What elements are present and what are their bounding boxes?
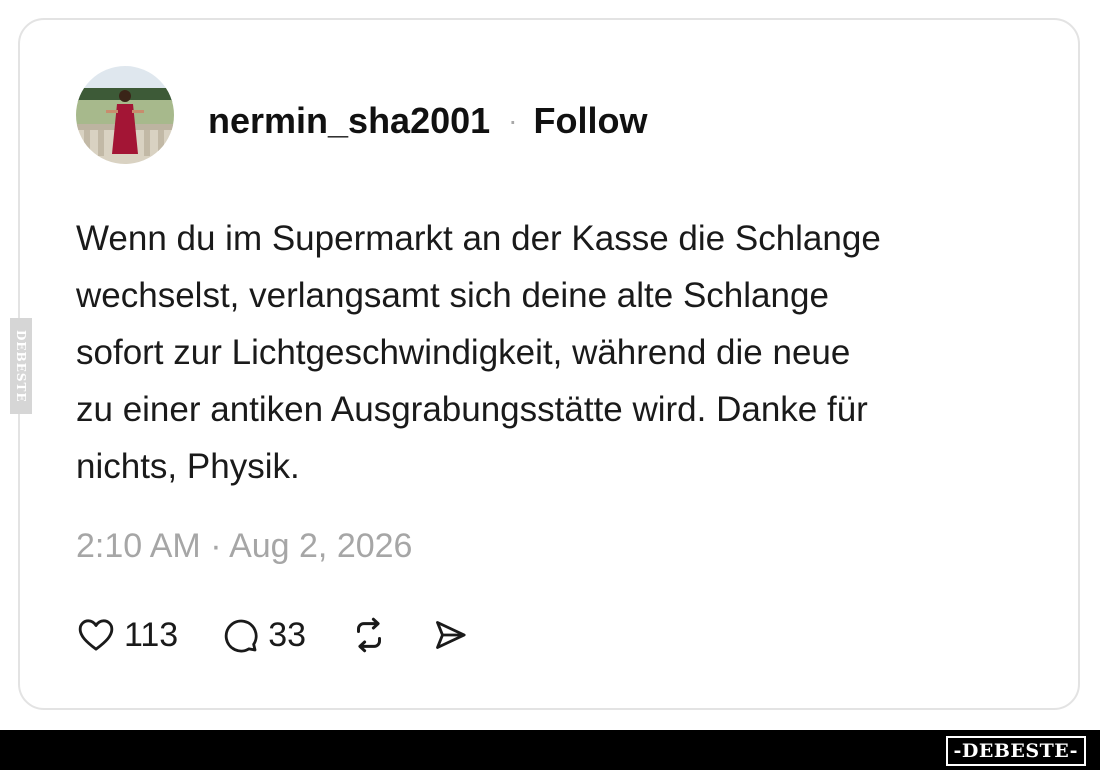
separator-dot: · [508,105,518,136]
reply-button[interactable]: 33 [220,615,306,655]
post-text-line: wechselst, verlangsamt sich deine alte S… [76,276,829,315]
heart-icon [78,619,114,651]
repost-arrows-icon [357,617,382,653]
post-text-line: sofort zur Lichtgeschwindigkeit, während… [76,333,851,372]
repost-button[interactable] [348,614,390,656]
post-text-line: nichts, Physik. [76,447,300,486]
username[interactable]: nermin_sha2001 [208,100,490,142]
share-button[interactable] [430,615,470,655]
footer-bar: -DEBESTE- [0,730,1100,770]
action-bar: 113 33 [76,611,470,659]
debeste-logo: -DEBESTE- [945,736,1086,766]
like-button[interactable]: 113 [76,615,178,655]
avatar[interactable] [76,66,174,164]
send-icon [436,621,466,649]
reply-count: 33 [268,616,307,654]
post-text-line: zu einer antiken Ausgrabungsstätte wird.… [76,390,868,429]
post-card: nermin_sha2001 · Follow Wenn du im Super… [18,18,1080,710]
post-text: Wenn du im Supermarkt an der Kasse die S… [76,210,1036,495]
profile-photo [76,66,174,164]
follow-button[interactable]: Follow [534,100,648,142]
post-header: nermin_sha2001 · Follow [208,100,647,142]
post-text-line: Wenn du im Supermarkt an der Kasse die S… [76,219,881,258]
post-timestamp: 2:10 AM · Aug 2, 2026 [76,527,413,565]
speech-bubble-icon [224,619,258,653]
like-count: 113 [124,616,179,654]
side-watermark: DEBESTE [10,318,32,414]
